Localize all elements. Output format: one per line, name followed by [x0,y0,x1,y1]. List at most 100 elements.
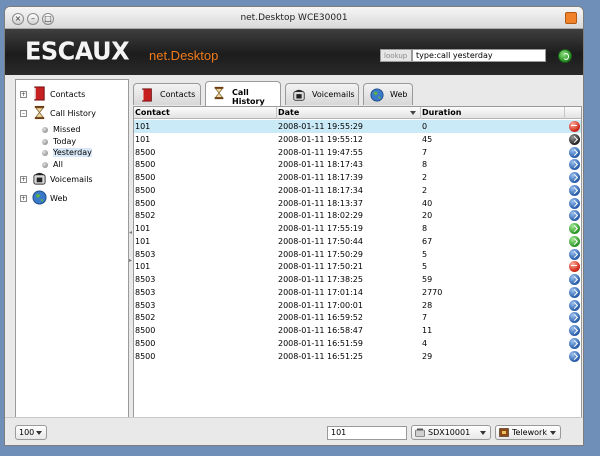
table-row[interactable]: 8503 2008-01-11 17:38:25 59 [134,273,581,286]
call-action-icon[interactable] [569,337,580,349]
table-row[interactable]: 8503 2008-01-11 17:50:29 5 [134,248,581,261]
date-cell: 2008-01-11 17:01:14 [278,287,363,297]
expand-contacts-button[interactable]: + [20,91,27,98]
duration-cell: 7 [422,313,428,323]
tab-voicemails[interactable]: Voicemails [285,83,359,105]
call-action-icon[interactable] [569,325,580,336]
app-banner: ESCAUX net.Desktop lookup type:call yest… [5,29,583,75]
expand-right-icon[interactable]: ▸ [129,257,132,264]
phone-icon [33,172,46,185]
app-window: × – □ net.Desktop WCE30001 ESCAUX net.De… [4,6,584,446]
date-cell: 2008-01-11 17:38:25 [278,275,363,284]
call-action-icon[interactable] [569,286,580,298]
call-action-icon[interactable] [569,235,580,247]
table-row[interactable]: 101 2008-01-11 19:55:29 0 [134,120,581,133]
table-row[interactable]: 8500 2008-01-11 16:51:59 4 [134,337,581,350]
table-row[interactable]: 8500 2008-01-11 16:51:25 29 [134,350,581,363]
call-action-icon[interactable] [569,133,580,145]
expand-voicemails-button[interactable]: + [20,176,27,183]
call-action-icon[interactable] [569,172,580,183]
lookup-label: lookup [380,49,412,62]
call-action-icon[interactable] [569,159,580,171]
table-row[interactable]: 101 2008-01-11 19:55:12 45 [134,133,581,146]
date-cell: 2008-01-11 16:51:25 [278,351,363,361]
date-cell: 2008-01-11 18:17:34 [278,185,363,195]
table-row[interactable]: 101 2008-01-11 17:50:44 67 [134,235,581,248]
table-row[interactable]: 8500 2008-01-11 18:13:37 40 [134,197,581,210]
expand-web-button[interactable]: + [20,195,27,202]
column-header-duration[interactable]: Duration [421,107,565,119]
page-size-select[interactable]: 100 [15,425,47,440]
call-action-icon[interactable] [569,299,580,311]
call-action-icon[interactable] [569,121,580,132]
dial-number-input[interactable]: 101 [327,426,407,440]
table-row[interactable]: 101 2008-01-11 17:50:21 5 [134,260,581,273]
tab-call-history[interactable]: Call History [205,81,281,106]
table-row[interactable]: 8502 2008-01-11 16:59:52 7 [134,311,581,324]
product-name: net.Desktop [149,48,219,63]
chevron-down-icon [36,431,42,435]
duration-cell: 4 [422,338,428,348]
table-row[interactable]: 8500 2008-01-11 18:17:43 8 [134,158,581,171]
refresh-icon[interactable] [558,49,572,63]
duration-cell: 28 [422,300,433,310]
sidebar-item-label: Missed [53,125,81,134]
column-header-contact[interactable]: Contact [134,107,277,119]
duration-cell: 7 [422,147,428,157]
sidebar-item-label: Contacts [50,90,86,99]
contact-cell: 8500 [135,185,156,195]
chevron-down-icon [550,431,556,435]
call-action-icon[interactable] [569,274,580,285]
title-bar: × – □ net.Desktop WCE30001 [5,7,583,29]
table-row[interactable]: 8500 2008-01-11 18:17:39 2 [134,171,581,184]
duration-cell: 11 [422,326,433,335]
table-row[interactable]: 8503 2008-01-11 17:01:14 2770 [134,286,581,299]
call-action-icon[interactable] [569,350,580,362]
call-action-icon[interactable] [569,261,580,273]
call-action-icon[interactable] [569,248,580,260]
presence-status-select[interactable]: Telework [495,425,561,440]
call-action-icon[interactable] [569,210,580,222]
lookup-input[interactable]: type:call yesterday [412,49,546,62]
call-action-icon[interactable] [569,312,580,324]
table-row[interactable]: 101 2008-01-11 17:55:19 8 [134,222,581,235]
date-cell: 2008-01-11 18:13:37 [278,198,363,208]
tab-contacts[interactable]: Contacts [133,83,201,105]
table-row[interactable]: 8500 2008-01-11 19:47:55 7 [134,146,581,159]
column-header-label: Date [278,108,300,117]
line-select[interactable]: SDX10001 [411,425,491,440]
app-icon[interactable] [565,12,577,24]
call-action-icon[interactable] [569,184,580,196]
collapse-call-history-button[interactable]: – [20,110,27,117]
table-row[interactable]: 8500 2008-01-11 18:17:34 2 [134,184,581,197]
tab-web[interactable]: Web [363,83,413,105]
tab-label: Contacts [160,90,196,99]
sort-descending-icon [410,111,416,115]
duration-cell: 2 [422,185,428,195]
table-row[interactable]: 8500 2008-01-11 16:58:47 11 [134,324,581,337]
presence-status-value: Telework [512,428,547,437]
call-action-icon[interactable] [569,197,580,209]
contact-cell: 8500 [135,338,156,348]
globe-icon [370,88,384,102]
tab-label: Voicemails [312,90,355,99]
chevron-down-icon [480,431,486,435]
contact-cell: 8500 [135,160,156,170]
column-header-date[interactable]: Date [277,107,421,119]
date-cell: 2008-01-11 16:58:47 [278,326,363,335]
call-history-table: Contact Date Duration 101 2008-01-11 19:5… [133,106,582,419]
tab-bar: Contacts Call History Voicemails Web [133,79,577,106]
sidebar-item-label: Call History [50,109,96,118]
collapse-left-icon[interactable]: ◂ [129,229,132,236]
contact-cell: 8502 [135,313,156,323]
call-action-icon[interactable] [569,223,580,234]
date-cell: 2008-01-11 19:55:12 [278,134,363,144]
date-cell: 2008-01-11 16:51:59 [278,338,363,348]
call-action-icon[interactable] [569,146,580,158]
table-row[interactable]: 8502 2008-01-11 18:02:29 20 [134,209,581,222]
sidebar-item-label: Today [53,137,77,146]
date-cell: 2008-01-11 18:17:43 [278,160,363,170]
table-row[interactable]: 8503 2008-01-11 17:00:01 28 [134,299,581,312]
date-cell: 2008-01-11 19:55:29 [278,122,363,131]
sidebar-item-label: All [53,160,63,169]
